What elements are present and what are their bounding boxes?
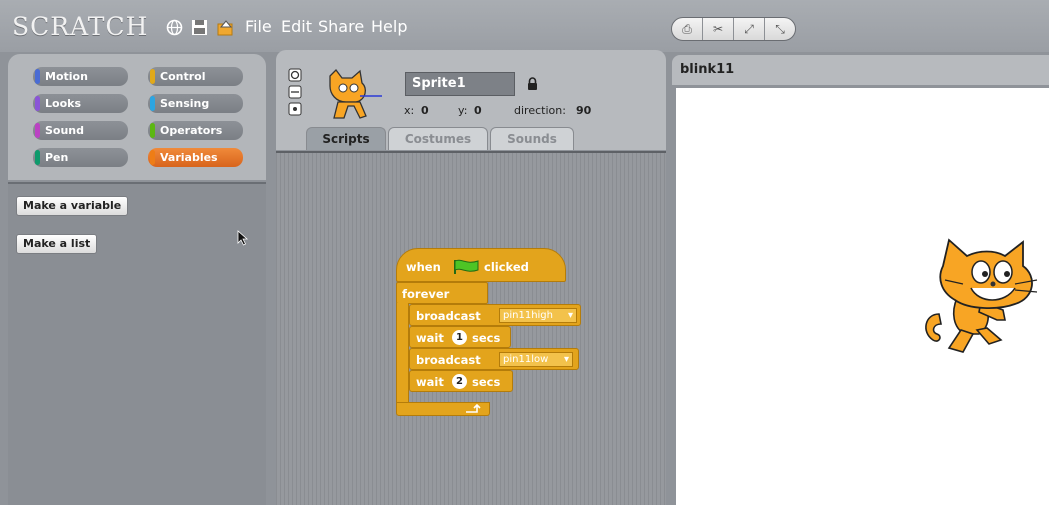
y-label: y: [458,104,468,117]
loop-arrow-icon [466,404,481,413]
globe-icon[interactable] [166,19,183,36]
top-bar: SCRATCH File Edit Share Help ⎙ ✂ ⤢ ⤡ [0,0,1049,52]
block-text: clicked [484,260,529,274]
sprite-tools: ⎙ ✂ ⤢ ⤡ [671,17,796,41]
dropdown-value: pin11high [503,310,553,321]
category-selector: Motion Control Looks Sensing Sound Opera… [8,54,266,180]
pen-color-stripe [35,150,40,165]
make-list-button[interactable]: Make a list [16,234,98,254]
block-text: wait [416,331,444,345]
menu-edit[interactable]: Edit [281,17,312,36]
dropdown-value: pin11low [503,354,549,365]
wait-block[interactable]: wait 1 secs [409,326,511,348]
cat-sprite[interactable] [919,236,1043,358]
block-text: forever [402,287,450,301]
tab-costumes[interactable]: Costumes [388,127,488,150]
sprite-name-field[interactable]: Sprite1 [405,72,515,96]
scissors-icon[interactable]: ✂ [703,18,734,40]
category-control[interactable]: Control [148,67,243,86]
category-label: Sensing [160,97,210,110]
direction-value: 90 [576,104,592,117]
shrink-icon[interactable]: ⤡ [765,18,795,40]
wait-seconds-input[interactable]: 2 [452,374,467,389]
block-text: wait [416,375,444,389]
grow-icon[interactable]: ⤢ [734,18,765,40]
lock-icon[interactable] [527,77,538,91]
motion-color-stripe [35,69,40,84]
variables-color-stripe [150,150,155,165]
forever-block-arm [396,303,409,403]
broadcast-block[interactable]: broadcast pin11high ▾ [409,304,581,326]
stage[interactable] [676,88,1049,505]
stage-header: blink11 [672,55,1049,85]
wait-block[interactable]: wait 2 secs [409,370,513,392]
save-icon[interactable] [191,19,208,36]
share-icon[interactable] [217,19,234,36]
scratch-logo: SCRATCH [12,12,149,41]
category-label: Variables [160,151,218,164]
category-label: Pen [45,151,69,164]
dropdown-arrow-icon: ▾ [563,354,569,365]
x-value: 0 [421,104,429,117]
menu-share[interactable]: Share [318,17,364,36]
category-label: Control [160,70,206,83]
category-looks[interactable]: Looks [33,94,128,113]
category-label: Sound [45,124,85,137]
sprite-thumbnail [329,69,382,119]
block-text: secs [472,331,501,345]
block-text: when [406,260,441,274]
category-operators[interactable]: Operators [148,121,243,140]
tab-sounds[interactable]: Sounds [490,127,574,150]
sound-color-stripe [35,123,40,138]
broadcast-message-dropdown[interactable]: pin11high ▾ [499,308,577,323]
block-palette: Make a variable Make a list [8,182,266,505]
rotation-style-buttons[interactable] [288,68,302,116]
block-text: broadcast [416,353,481,367]
category-label: Motion [45,70,88,83]
wait-seconds-input[interactable]: 1 [452,330,467,345]
broadcast-block[interactable]: broadcast pin11low ▾ [409,348,579,370]
category-motion[interactable]: Motion [33,67,128,86]
category-pen[interactable]: Pen [33,148,128,167]
category-sensing[interactable]: Sensing [148,94,243,113]
block-text: secs [472,375,501,389]
tab-scripts[interactable]: Scripts [306,127,386,150]
sprite-info-panel: Sprite1 x: 0 y: 0 direction: 90 Scripts … [276,50,666,150]
mouse-cursor-icon [237,230,249,246]
category-label: Looks [45,97,81,110]
block-text: broadcast [416,309,481,323]
project-title: blink11 [680,62,735,77]
x-label: x: [404,104,415,117]
sensing-color-stripe [150,96,155,111]
make-variable-button[interactable]: Make a variable [16,196,129,216]
y-value: 0 [474,104,482,117]
direction-label: direction: [514,104,566,117]
dropdown-arrow-icon: ▾ [567,310,573,321]
operators-color-stripe [150,123,155,138]
menu-file[interactable]: File [245,17,272,36]
stamp-icon[interactable]: ⎙ [672,18,703,40]
category-label: Operators [160,124,223,137]
menu-help[interactable]: Help [371,17,407,36]
category-sound[interactable]: Sound [33,121,128,140]
forever-block-bottom [396,402,490,416]
forever-block[interactable]: forever [396,282,488,304]
broadcast-message-dropdown[interactable]: pin11low ▾ [499,352,573,367]
control-color-stripe [150,69,155,84]
when-flag-clicked-block[interactable]: when clicked [396,248,566,282]
green-flag-icon [454,259,479,274]
scripts-area[interactable]: when clicked forever broadcast pin11high… [276,151,666,505]
category-variables[interactable]: Variables [148,148,243,167]
looks-color-stripe [35,96,40,111]
